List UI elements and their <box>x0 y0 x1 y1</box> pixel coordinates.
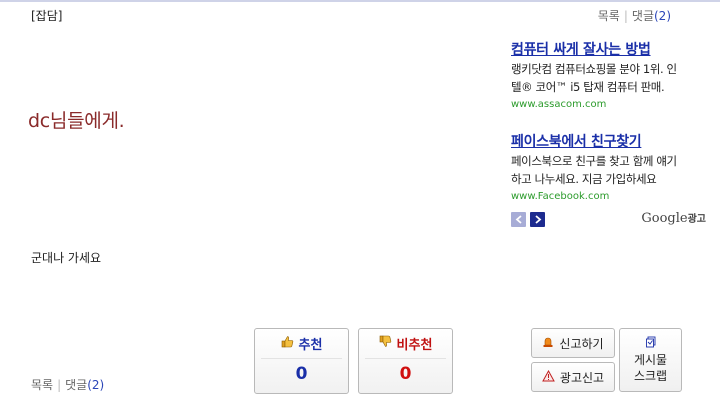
comments-link[interactable]: 댓글(2) <box>65 378 104 392</box>
recommend-button[interactable]: 추천 0 <box>254 328 349 394</box>
post-category: [잡담] <box>31 9 63 23</box>
recommend-count: 0 <box>295 364 308 384</box>
ad-description: 페이스북으로 친구를 찾고 함께 얘기 하고 나누세요. 지금 가입하세요 <box>511 152 711 188</box>
ad-report-label: 광고신고 <box>559 370 605 385</box>
recommend-label: 추천 <box>298 338 323 353</box>
ad-url[interactable]: www.assacom.com <box>511 96 711 114</box>
unrecommend-header: 비추천 <box>365 329 446 359</box>
ad-url[interactable]: www.Facebook.com <box>511 188 711 206</box>
top-nav: 목록 | 댓글(2) <box>598 7 671 24</box>
comments-link[interactable]: 댓글(2) <box>632 9 671 23</box>
ad-label: 광고 <box>687 214 706 225</box>
thumbs-down-icon <box>379 335 392 352</box>
recommend-header: 추천 <box>261 329 342 359</box>
post-body: 군대나 가세요 <box>31 251 102 265</box>
ad-title-link[interactable]: 컴퓨터 싸게 잘사는 방법 <box>511 41 711 59</box>
ad-desc-line: 하고 나누세요. 지금 가입하세요 <box>511 172 657 186</box>
unrecommend-label: 비추천 <box>396 338 433 353</box>
ad-description: 랭키닷컴 컴퓨터쇼핑몰 분야 1위. 인 텔® 코어™ i5 탑재 컴퓨터 판매… <box>511 60 711 96</box>
scrap-button[interactable]: 게시물 스크랩 <box>619 328 682 392</box>
warning-icon <box>542 369 555 385</box>
divider: | <box>623 9 628 23</box>
google-logo-text: Google <box>641 211 688 226</box>
thumbs-up-icon <box>281 335 294 352</box>
google-ads-branding[interactable]: Google광고 <box>641 210 706 226</box>
chevron-left-icon[interactable] <box>511 212 526 227</box>
chevron-right-icon[interactable] <box>530 212 545 227</box>
comments-count: (2) <box>87 378 105 392</box>
list-link[interactable]: 목록 <box>31 378 53 392</box>
ad-report-button[interactable]: 광고신고 <box>531 362 615 392</box>
siren-icon <box>542 336 554 351</box>
report-label: 신고하기 <box>559 336 604 351</box>
list-link[interactable]: 목록 <box>598 9 620 23</box>
divider: | <box>57 378 62 392</box>
comments-label: 댓글 <box>65 378 88 392</box>
scrap-icon <box>645 336 657 352</box>
ad-title-link[interactable]: 페이스북에서 친구찾기 <box>511 133 711 151</box>
ad-desc-line: 텔® 코어™ i5 탑재 컴퓨터 판매. <box>511 80 665 94</box>
comments-label: 댓글 <box>631 9 654 23</box>
scrap-label-line1: 게시물 <box>633 353 668 367</box>
unrecommend-count: 0 <box>399 364 412 384</box>
ad-item: 컴퓨터 싸게 잘사는 방법 랭키닷컴 컴퓨터쇼핑몰 분야 1위. 인 텔® 코어… <box>511 41 711 114</box>
report-button[interactable]: 신고하기 <box>531 328 615 358</box>
scrap-label-line2: 스크랩 <box>633 369 668 383</box>
ad-desc-line: 페이스북으로 친구를 찾고 함께 얘기 <box>511 154 677 168</box>
ad-pager <box>511 212 545 227</box>
comments-count: (2) <box>654 9 671 23</box>
top-border <box>0 0 720 2</box>
post-title: dc님들에게. <box>28 110 125 132</box>
ad-desc-line: 랭키닷컴 컴퓨터쇼핑몰 분야 1위. 인 <box>511 62 677 76</box>
unrecommend-button[interactable]: 비추천 0 <box>358 328 453 394</box>
ad-item: 페이스북에서 친구찾기 페이스북으로 친구를 찾고 함께 얘기 하고 나누세요.… <box>511 133 711 206</box>
bottom-nav: 목록 | 댓글(2) <box>31 376 104 393</box>
